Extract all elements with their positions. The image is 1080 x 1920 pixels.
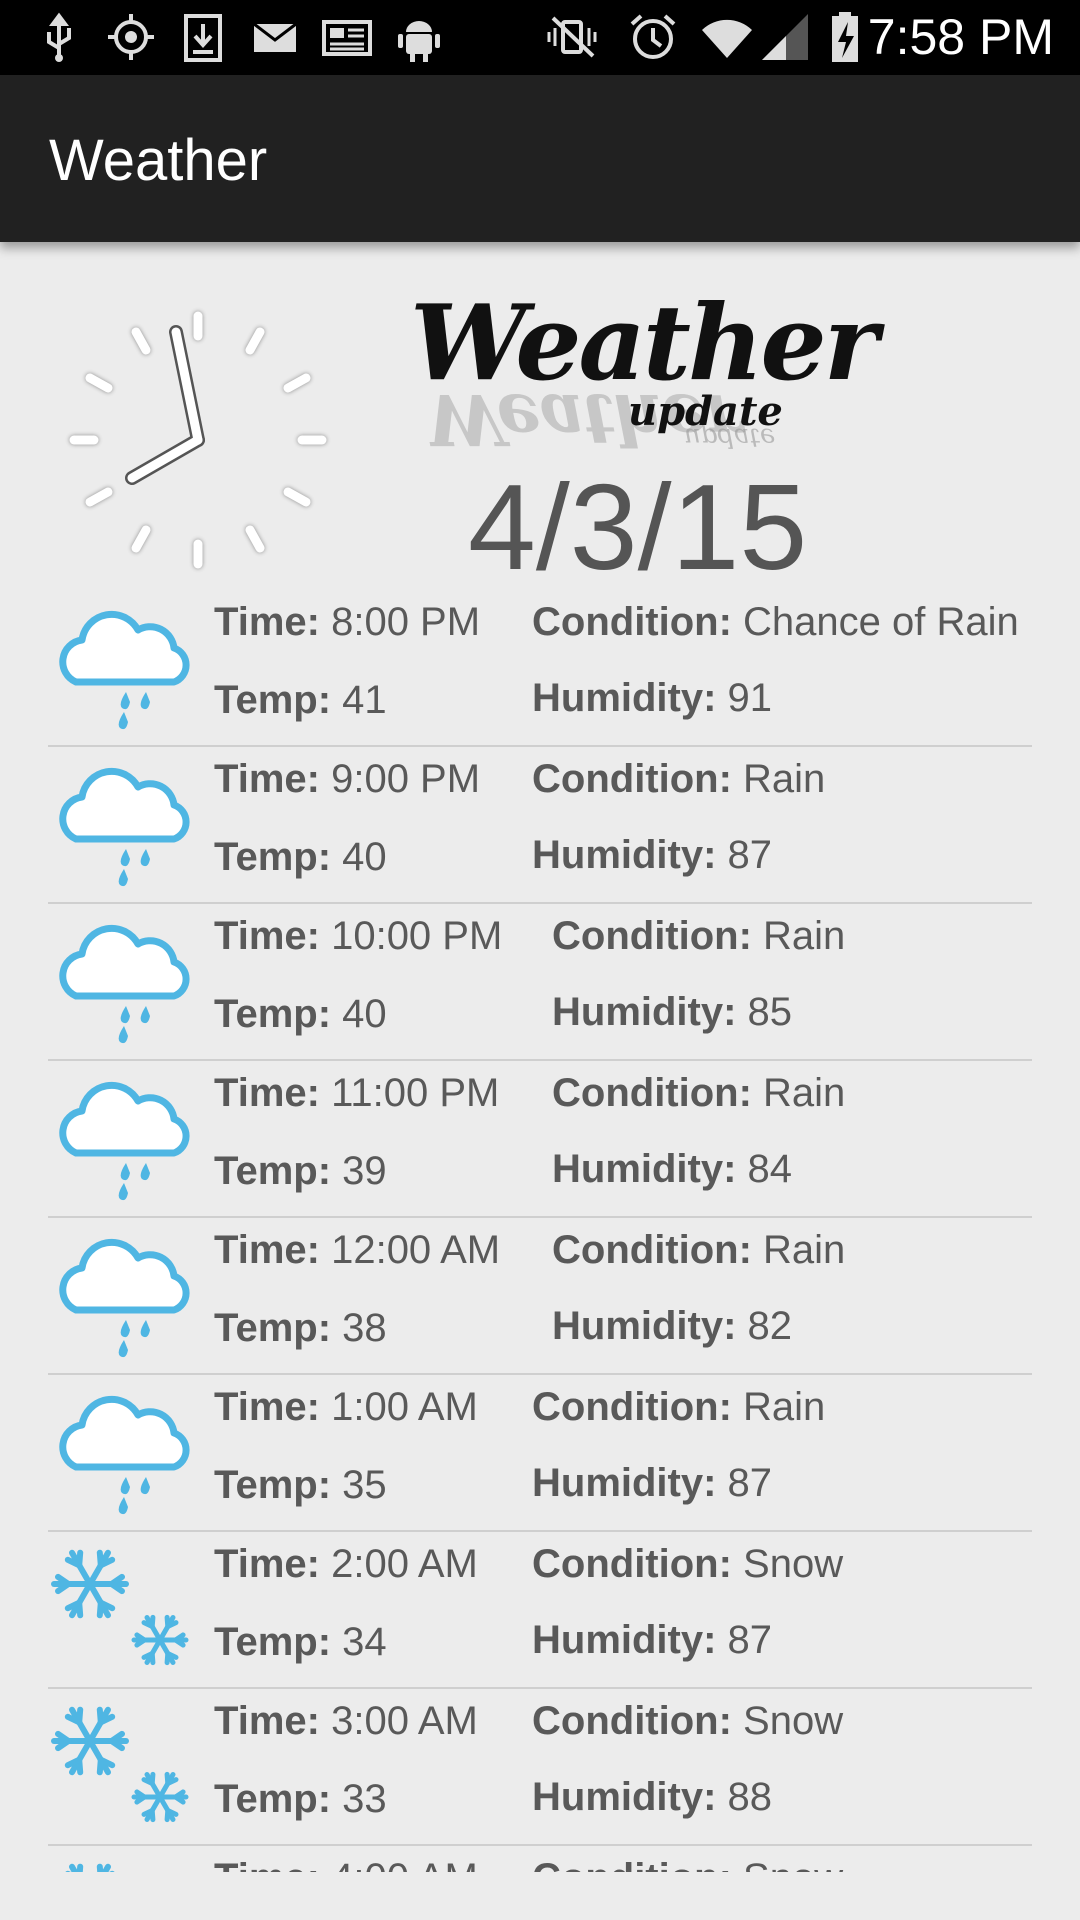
forecast-row[interactable]: Time: 10:00 PM Temp: 40 Condition: Rain Hum… <box>48 904 1032 1061</box>
snowflake-icon <box>48 1542 198 1672</box>
forecast-condition: Condition: Chance of Rain <box>532 600 1019 644</box>
status-bar: 7:58 PM <box>0 0 1080 75</box>
usb-icon <box>47 12 71 62</box>
status-time: 7:58 PM <box>867 9 1054 65</box>
forecast-row[interactable]: Time: 12:00 AM Temp: 38 Condition: Rain Hum… <box>48 1218 1032 1375</box>
snowflake-icon <box>48 1856 198 1872</box>
download-icon <box>184 14 222 62</box>
forecast-humidity: Humidity: 91 <box>532 676 773 720</box>
forecast-row[interactable]: Time: 3:00 AM Temp: 33 Condition: Snow Humi… <box>48 1689 1032 1846</box>
forecast-temp: Temp: 40 <box>214 992 387 1036</box>
logo-text: Weather <box>410 281 878 404</box>
forecast-row[interactable]: Time: 1:00 AM Temp: 35 Condition: Rain Humi… <box>48 1375 1032 1532</box>
forecast-time: Time: 2:00 AM <box>214 1542 478 1586</box>
android-icon <box>398 21 440 62</box>
forecast-humidity: Humidity: 84 <box>552 1147 793 1191</box>
forecast-row[interactable]: Time: 2:00 AM Temp: 34 Condition: Snow Humi… <box>48 1532 1032 1689</box>
forecast-temp: Temp: 40 <box>214 835 387 879</box>
forecast-temp: Temp: 39 <box>214 1149 387 1193</box>
forecast-time: Time: 4:00 AM <box>214 1854 478 1872</box>
forecast-temp: Temp: 38 <box>214 1306 387 1350</box>
forecast-condition: Condition: Snow <box>532 1699 844 1743</box>
forecast-humidity: Humidity: 88 <box>532 1775 773 1819</box>
battery-charging-icon <box>832 12 858 62</box>
forecast-condition: Condition: Rain <box>552 914 846 958</box>
forecast-temp: Temp: 33 <box>214 1777 387 1821</box>
forecast-condition: Condition: Snow <box>532 1854 843 1872</box>
forecast-list[interactable]: Time: 8:00 PM Temp: 41 Condition: Chance o… <box>48 590 1032 1872</box>
forecast-time: Time: 12:00 AM <box>214 1228 501 1272</box>
mail-icon <box>253 22 297 52</box>
wifi-icon <box>702 19 752 58</box>
forecast-date: 4/3/15 <box>468 459 808 595</box>
forecast-time: Time: 9:00 PM <box>214 757 481 801</box>
clock-icon <box>69 311 327 569</box>
forecast-condition: Condition: Rain <box>552 1228 846 1272</box>
forecast-humidity: Humidity: 87 <box>532 833 773 877</box>
weather-update-logo: Weather update Weather update <box>400 288 878 462</box>
rain-cloud-icon <box>48 757 198 887</box>
gps-icon <box>108 14 154 60</box>
rain-cloud-icon <box>48 1228 198 1358</box>
forecast-condition: Condition: Rain <box>552 1071 846 1115</box>
logo-subtext: update <box>628 388 783 435</box>
rain-cloud-icon <box>48 1385 198 1515</box>
forecast-temp: Temp: 35 <box>214 1463 387 1507</box>
snowflake-icon <box>48 1699 198 1829</box>
forecast-temp: Temp: 41 <box>214 678 387 722</box>
forecast-humidity: Humidity: 82 <box>552 1304 793 1348</box>
forecast-condition: Condition: Snow <box>532 1542 844 1586</box>
rain-cloud-icon <box>48 914 198 1044</box>
forecast-condition: Condition: Rain <box>532 1385 826 1429</box>
forecast-time: Time: 10:00 PM <box>214 914 503 958</box>
forecast-row[interactable]: Time: 11:00 PM Temp: 39 Condition: Rain Hum… <box>48 1061 1032 1218</box>
forecast-humidity: Humidity: 87 <box>532 1618 773 1662</box>
forecast-temp: Temp: 34 <box>214 1620 387 1664</box>
vibrate-mute-icon <box>547 16 597 58</box>
forecast-humidity: Humidity: 85 <box>552 990 793 1034</box>
forecast-row[interactable]: Time: 8:00 PM Temp: 41 Condition: Chance o… <box>48 590 1032 747</box>
forecast-time: Time: 1:00 AM <box>214 1385 478 1429</box>
news-icon <box>322 20 372 56</box>
forecast-row[interactable]: Time: 9:00 PM Temp: 40 Condition: Rain Humi… <box>48 747 1032 904</box>
action-bar: Weather <box>0 75 1080 242</box>
forecast-time: Time: 8:00 PM <box>214 600 481 644</box>
forecast-time: Time: 11:00 PM <box>214 1071 500 1115</box>
forecast-condition: Condition: Rain <box>532 757 826 801</box>
rain-cloud-icon <box>48 600 198 730</box>
app-title: Weather <box>49 128 268 193</box>
forecast-row[interactable]: Time: 4:00 AMTemp: Condition: SnowHumidi… <box>48 1846 1032 1872</box>
rain-cloud-icon <box>48 1071 198 1201</box>
alarm-icon <box>630 14 676 59</box>
forecast-humidity: Humidity: 87 <box>532 1461 773 1505</box>
signal-icon <box>762 14 808 60</box>
forecast-time: Time: 3:00 AM <box>214 1699 478 1743</box>
